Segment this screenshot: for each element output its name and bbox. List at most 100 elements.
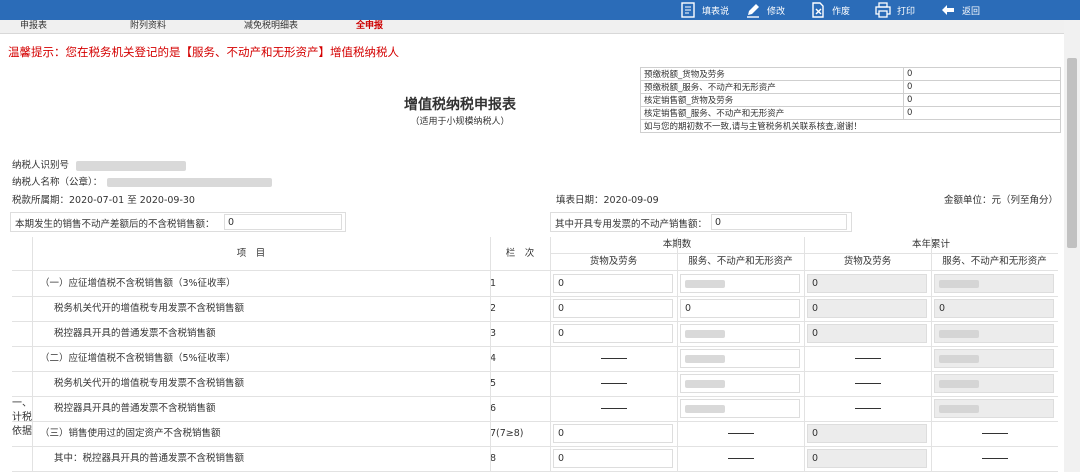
initial-values-value: 0 xyxy=(903,106,1061,120)
print-label: 打印 xyxy=(897,6,916,17)
not-applicable-dash xyxy=(601,383,627,384)
amount-input[interactable] xyxy=(934,399,1054,418)
row-item-label: 税控器具开具的普通发票不含税销售额 xyxy=(54,403,216,414)
col-header-ytd-goods: 货物及劳务 xyxy=(804,254,931,270)
amount-input[interactable] xyxy=(934,274,1054,293)
table-row: （三）销售使用过的固定资产不含税销售额 7(7≥8) 0 0 xyxy=(12,421,1058,447)
amount-input[interactable] xyxy=(934,374,1054,393)
col-header-ytd-service: 服务、不动产和无形资产 xyxy=(931,254,1058,270)
grid-line xyxy=(804,237,805,472)
fill-date-label: 填表日期： xyxy=(556,195,604,206)
amount-input[interactable]: 0 xyxy=(807,274,927,293)
amount-input[interactable]: 0 xyxy=(553,449,673,468)
amount-input[interactable]: 0 xyxy=(807,324,927,343)
declaration-table: 项 目 栏 次 本期数 本年累计 货物及劳务 服务、不动产和无形资产 货物及劳务… xyxy=(12,237,1058,472)
redacted-amount xyxy=(685,354,725,363)
amount-input[interactable] xyxy=(680,374,800,393)
initial-values-row: 预缴税额_货物及劳务 0 xyxy=(640,67,1061,81)
tab-attachments[interactable]: 附列资料 xyxy=(130,20,166,33)
amount-input[interactable]: 0 xyxy=(553,424,673,443)
initial-values-key: 预缴税额_货物及劳务 xyxy=(640,67,904,81)
tab-full-declaration[interactable]: 全申报 xyxy=(356,20,383,33)
amount-input[interactable] xyxy=(934,349,1054,368)
col-header-current-service: 服务、不动产和无形资产 xyxy=(677,254,804,270)
row-item-label: （一）应征增值税不含税销售额（3%征收率） xyxy=(40,278,236,289)
scrollbar-thumb[interactable] xyxy=(1067,58,1077,248)
special-invoice-input[interactable]: 0 xyxy=(711,214,847,230)
grid-line xyxy=(550,237,551,472)
amount-input[interactable]: 0 xyxy=(807,299,927,318)
void-button[interactable]: 作废 xyxy=(810,0,850,20)
grid-line xyxy=(677,237,678,472)
redacted-amount xyxy=(939,404,979,413)
row-item-label: 税务机关代开的增值税专用发票不含税销售额 xyxy=(54,378,245,389)
redacted-amount xyxy=(685,379,725,388)
amount-input[interactable]: 0 xyxy=(553,299,673,318)
fill-instructions-label: 填表说 xyxy=(702,6,730,17)
not-applicable-dash xyxy=(728,458,754,459)
tax-period-value: 2020-07-01 至 2020-09-30 xyxy=(69,195,195,206)
not-applicable-dash xyxy=(728,433,754,434)
vertical-scrollbar[interactable] xyxy=(1064,20,1080,472)
amount-input[interactable]: 0 xyxy=(680,299,800,318)
amount-input[interactable]: 0 xyxy=(934,299,1054,318)
not-applicable-dash xyxy=(855,383,881,384)
initial-values-key: 核定销售额_服务、不动产和无形资产 xyxy=(640,106,904,120)
tab-bar: 申报表 附列资料 减免税明细表 全申报 xyxy=(0,20,1064,34)
fill-date-value: 2020-09-09 xyxy=(603,195,659,206)
initial-values-note-row: 如与您的期初数不一致,请与主管税务机关联系核查,谢谢！ xyxy=(640,119,1061,133)
fill-instructions-button[interactable]: 填表说 xyxy=(680,0,729,20)
amount-input[interactable] xyxy=(680,399,800,418)
back-button[interactable]: 返回 xyxy=(940,0,980,20)
table-row: （二）应征增值税不含税销售额（5%征收率） 4 xyxy=(12,346,1058,372)
amount-input[interactable] xyxy=(934,324,1054,343)
real-estate-deduction-input[interactable]: 0 xyxy=(224,214,342,230)
initial-values-value: 0 xyxy=(903,93,1061,107)
redacted-amount xyxy=(939,329,979,338)
table-row: 其中：税控器具开具的普通发票不含税销售额 8 0 0 xyxy=(12,446,1058,472)
taxpayer-name-redacted xyxy=(107,178,273,187)
not-applicable-dash xyxy=(601,358,627,359)
amount-input[interactable] xyxy=(680,274,800,293)
tab-declaration[interactable]: 申报表 xyxy=(20,20,47,33)
redacted-amount xyxy=(685,404,725,413)
back-arrow-icon xyxy=(940,2,956,18)
fill-date: 填表日期：2020-09-09 xyxy=(556,192,659,206)
not-applicable-dash xyxy=(855,358,881,359)
form-title: 增值税纳税申报表 xyxy=(404,97,516,113)
initial-values-note: 如与您的期初数不一致,请与主管税务机关联系核查,谢谢！ xyxy=(640,119,1061,133)
printer-icon xyxy=(875,2,891,18)
taxpayer-id-redacted xyxy=(76,160,187,171)
warm-tip: 温馨提示：您在税务机关登记的是【服务、不动产和无形资产】增值税纳税人 xyxy=(8,45,399,59)
initial-values-value: 0 xyxy=(903,80,1061,94)
taxpayer-name-label: 纳税人名称（公章）： xyxy=(12,177,103,188)
grid-line xyxy=(931,237,932,472)
print-button[interactable]: 打印 xyxy=(875,0,915,20)
tab-exemption-detail[interactable]: 减免税明细表 xyxy=(244,20,298,33)
amount-unit: 金额单位：元（列至角分） xyxy=(943,195,1058,206)
col-header-item: 项 目 xyxy=(12,237,490,270)
amount-input[interactable]: 0 xyxy=(553,274,673,293)
taxpayer-name: 纳税人名称（公章）： xyxy=(12,174,273,188)
initial-values-key: 预缴税额_服务、不动产和无形资产 xyxy=(640,80,904,94)
table-row: 税务机关代开的增值税专用发票不含税销售额 2 0 0 0 0 xyxy=(12,296,1058,322)
initial-values-row: 核定销售额_服务、不动产和无形资产 0 xyxy=(640,106,1061,120)
initial-values-row: 核定销售额_货物及劳务 0 xyxy=(640,93,1061,107)
amount-input[interactable]: 0 xyxy=(807,449,927,468)
amount-input[interactable]: 0 xyxy=(553,324,673,343)
row-line-number: 7(7≥8) xyxy=(490,428,524,439)
initial-values-value: 0 xyxy=(903,67,1061,81)
amount-input[interactable] xyxy=(680,324,800,343)
row-item-label: 其中：税控器具开具的普通发票不含税销售额 xyxy=(54,453,245,464)
void-document-icon xyxy=(810,2,826,18)
not-applicable-dash xyxy=(855,408,881,409)
document-icon xyxy=(680,2,696,18)
taxpayer-id-label: 纳税人识别号 xyxy=(12,160,70,171)
edit-button[interactable]: 修改 xyxy=(745,0,785,20)
taxpayer-id: 纳税人识别号 xyxy=(12,157,187,171)
special-invoice-label: 其中开具专用发票的不动产销售额： xyxy=(555,219,708,230)
amount-input[interactable]: 0 xyxy=(807,424,927,443)
redacted-amount xyxy=(939,379,979,388)
initial-values-row: 预缴税额_服务、不动产和无形资产 0 xyxy=(640,80,1061,94)
amount-input[interactable] xyxy=(680,349,800,368)
